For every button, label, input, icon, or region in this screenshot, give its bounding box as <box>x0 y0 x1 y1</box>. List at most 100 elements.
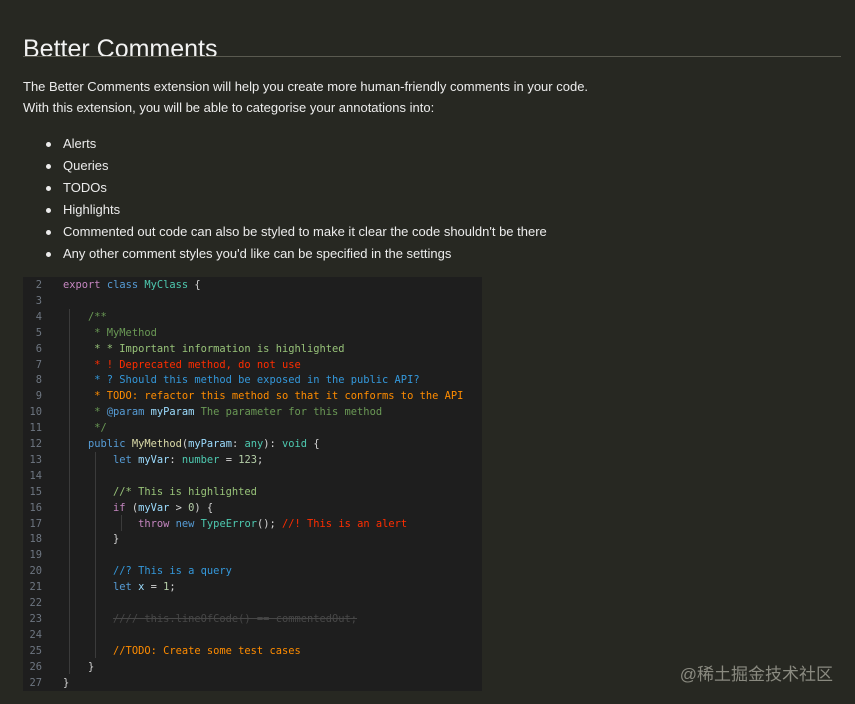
line-number: 15 <box>29 485 42 498</box>
code-token: * ? Should this method be exposed in the… <box>63 374 420 387</box>
code-line: 16 if (myVar > 0) { <box>23 501 482 517</box>
line-number: 4 <box>35 310 42 323</box>
code-text: */ <box>63 421 107 437</box>
code-token: ): <box>263 438 283 450</box>
code-token: = <box>219 453 239 466</box>
code-token: } <box>63 660 95 673</box>
list-item-queries: Queries <box>46 155 855 177</box>
code-token: : <box>169 453 182 466</box>
code-token: (); <box>256 517 283 530</box>
code-token: export <box>63 279 101 291</box>
code-text: let x = 1; <box>63 580 176 596</box>
code-token: */ <box>63 422 107 435</box>
line-number: 23 <box>29 612 42 625</box>
code-token: } <box>63 533 120 546</box>
line-number: 11 <box>29 422 42 435</box>
line-number: 25 <box>29 644 42 657</box>
code-line: 23 //// this.lineOfCode() == commentedOu… <box>23 612 482 628</box>
code-token: if <box>113 501 126 514</box>
code-line: 20 //? This is a query <box>23 564 482 580</box>
code-token: myVar <box>138 453 170 466</box>
code-text: export class MyClass { <box>63 278 201 294</box>
code-token: ( <box>125 501 139 514</box>
code-token: ; <box>257 453 264 466</box>
watermark: @稀土掘金技术社区 <box>679 665 833 684</box>
code-text: if (myVar > 0) { <box>63 501 213 517</box>
line-number: 22 <box>29 597 42 609</box>
list-item-other-styles: Any other comment styles you'd like can … <box>46 243 855 265</box>
code-token: * ! Deprecated method, do not use <box>63 358 301 371</box>
code-token: = <box>144 581 164 594</box>
line-number: 20 <box>29 565 42 578</box>
line-number: 17 <box>29 517 42 530</box>
line-number: 10 <box>29 406 42 419</box>
code-line: 10 * @param myParam The parameter for th… <box>23 405 482 421</box>
code-text: } <box>63 660 94 676</box>
code-token: //// this.lineOfCode() == commentedOut; <box>113 612 358 625</box>
code-line: 27} <box>23 676 482 692</box>
code-line: 7 * ! Deprecated method, do not use <box>23 358 482 374</box>
intro-line-1: The Better Comments extension will help … <box>23 79 589 94</box>
code-token: > <box>169 501 189 514</box>
code-text: let myVar: number = 123; <box>63 453 263 469</box>
code-text: } <box>63 532 119 548</box>
code-line: 9 * TODO: refactor this method so that i… <box>23 389 482 405</box>
code-token: ; <box>169 581 176 594</box>
code-text: * TODO: refactor this method so that it … <box>63 389 463 405</box>
line-number: 19 <box>29 549 42 562</box>
code-token: ) { <box>194 501 214 514</box>
line-number: 5 <box>35 326 42 339</box>
line-number: 18 <box>29 533 42 546</box>
code-token: myParam <box>150 406 195 419</box>
code-line: 15 //* This is highlighted <box>23 485 482 501</box>
code-line: 19 <box>23 548 482 564</box>
line-number: 6 <box>35 342 42 355</box>
code-line: 22 <box>23 596 482 612</box>
code-token: public <box>88 438 126 450</box>
code-line: 4 /** <box>23 310 482 326</box>
code-token: //! This is an alert <box>282 517 408 530</box>
code-token: class <box>106 279 139 291</box>
line-number: 14 <box>29 469 42 482</box>
code-text: //TODO: Create some test cases <box>63 644 301 660</box>
code-token: //* This is highlighted <box>63 485 257 498</box>
list-item-alerts: Alerts <box>46 133 855 155</box>
code-text: //// this.lineOfCode() == commentedOut; <box>63 612 357 628</box>
code-line: 14 <box>23 469 482 485</box>
code-line: 13 let myVar: number = 123; <box>23 453 482 469</box>
code-token: void <box>282 438 308 450</box>
intro-line-2: With this extension, you will be able to… <box>23 100 435 115</box>
code-text: * ! Deprecated method, do not use <box>63 358 301 374</box>
code-token: //TODO: Create some test cases <box>63 644 301 657</box>
code-text: } <box>63 676 69 692</box>
code-line: 18 } <box>23 532 482 548</box>
code-token: * * Important information is highlighted <box>63 342 345 355</box>
line-number: 2 <box>35 279 42 291</box>
code-line: 8 * ? Should this method be exposed in t… <box>23 373 482 389</box>
code-token: //? This is a query <box>63 565 232 578</box>
code-token: { <box>307 438 320 450</box>
line-number: 3 <box>35 294 42 307</box>
list-item-commented-code: Commented out code can also be styled to… <box>46 221 855 243</box>
code-sample-block: 2 export class MyClass {3 4 /** 5 * MyMetho… <box>23 277 482 691</box>
code-token: myVar <box>138 501 170 514</box>
code-token: MyClass <box>144 279 189 291</box>
code-token: number <box>181 453 220 466</box>
code-text: throw new TypeError(); //! This is an al… <box>63 517 407 533</box>
line-number: 12 <box>29 438 42 450</box>
line-number: 9 <box>35 390 42 403</box>
code-text: * @param myParam The parameter for this … <box>63 405 382 421</box>
code-text: /** <box>63 310 107 326</box>
code-token: MyMethod <box>131 438 182 450</box>
code-line: 26 } <box>23 660 482 676</box>
code-line: 2 export class MyClass { <box>23 278 482 294</box>
code-token: new <box>175 517 195 530</box>
code-token: throw <box>138 517 170 530</box>
line-number: 24 <box>29 628 42 641</box>
title-divider <box>23 56 841 57</box>
